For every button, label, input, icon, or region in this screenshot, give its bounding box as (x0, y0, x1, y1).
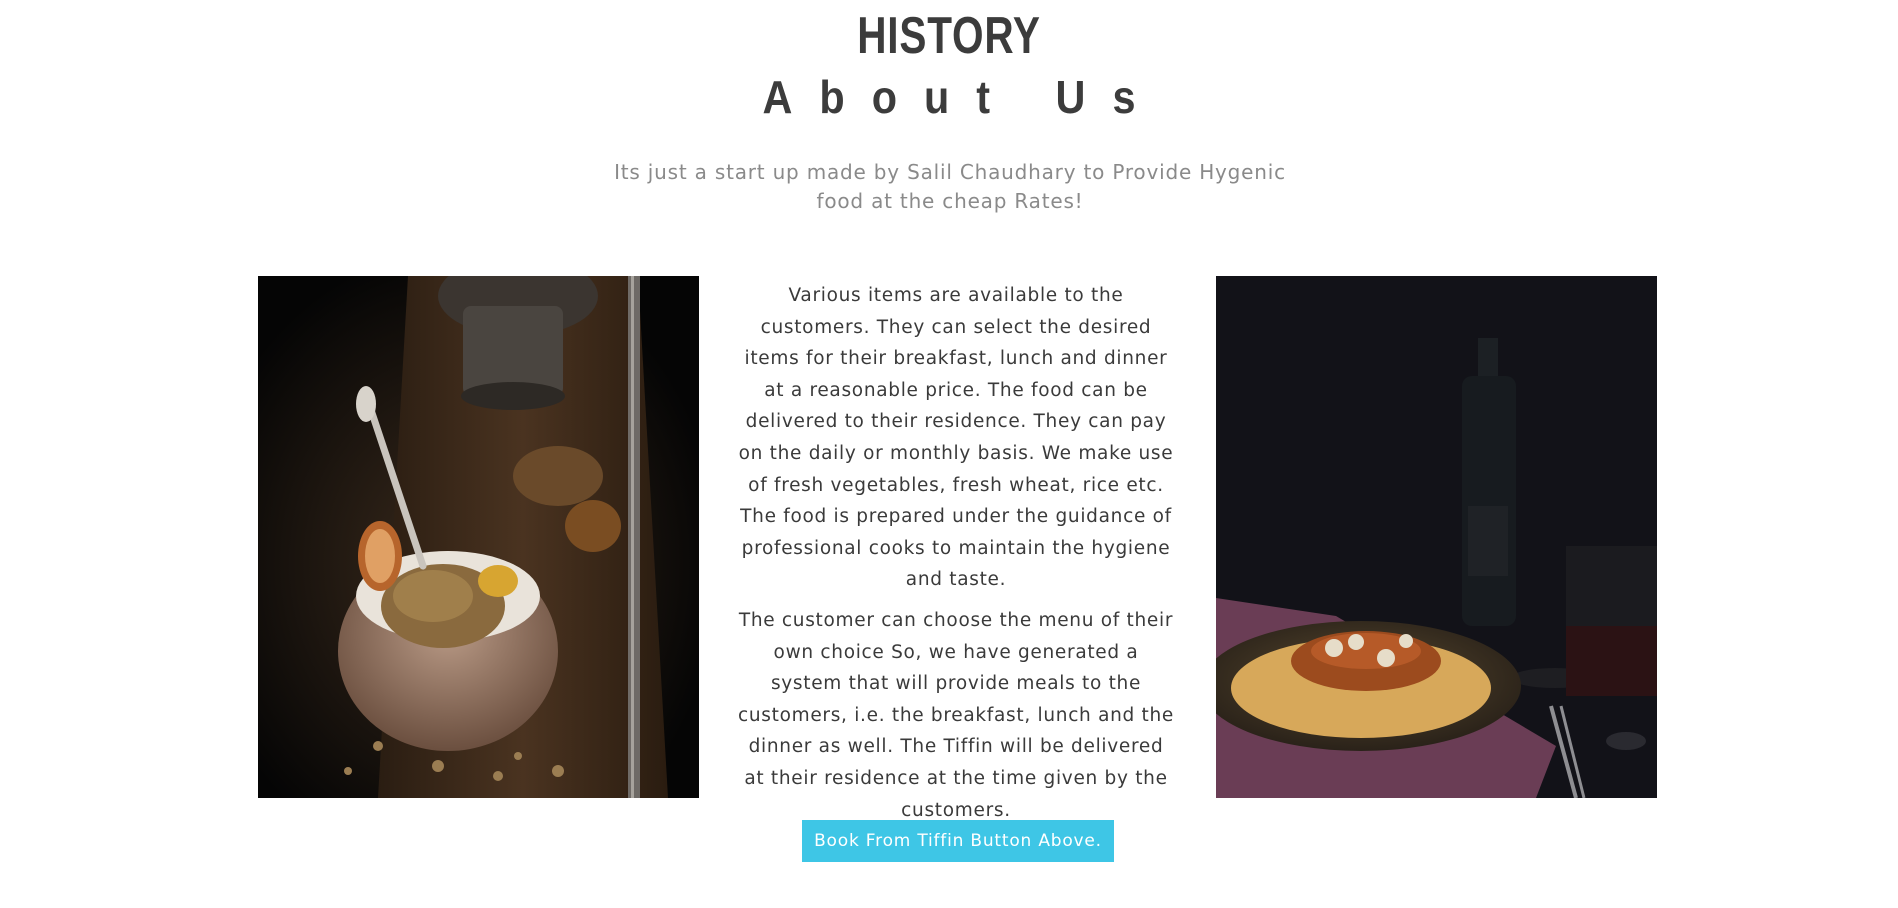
section-tagline: Its just a start up made by Salil Chaudh… (614, 160, 1286, 213)
granola-bowl-photo (258, 276, 699, 798)
book-tiffin-button[interactable]: Book From Tiffin Button Above. (802, 820, 1114, 862)
about-paragraph-1: Various items are available to the custo… (738, 285, 1174, 591)
section-heading: HISTORY (857, 7, 1041, 65)
spaghetti-dinner-photo (1216, 276, 1657, 798)
section-subheading: About Us (762, 71, 1163, 123)
about-paragraph-2: The customer can choose the menu of thei… (738, 609, 1175, 821)
about-description: Various items are available to the custo… (738, 280, 1174, 826)
